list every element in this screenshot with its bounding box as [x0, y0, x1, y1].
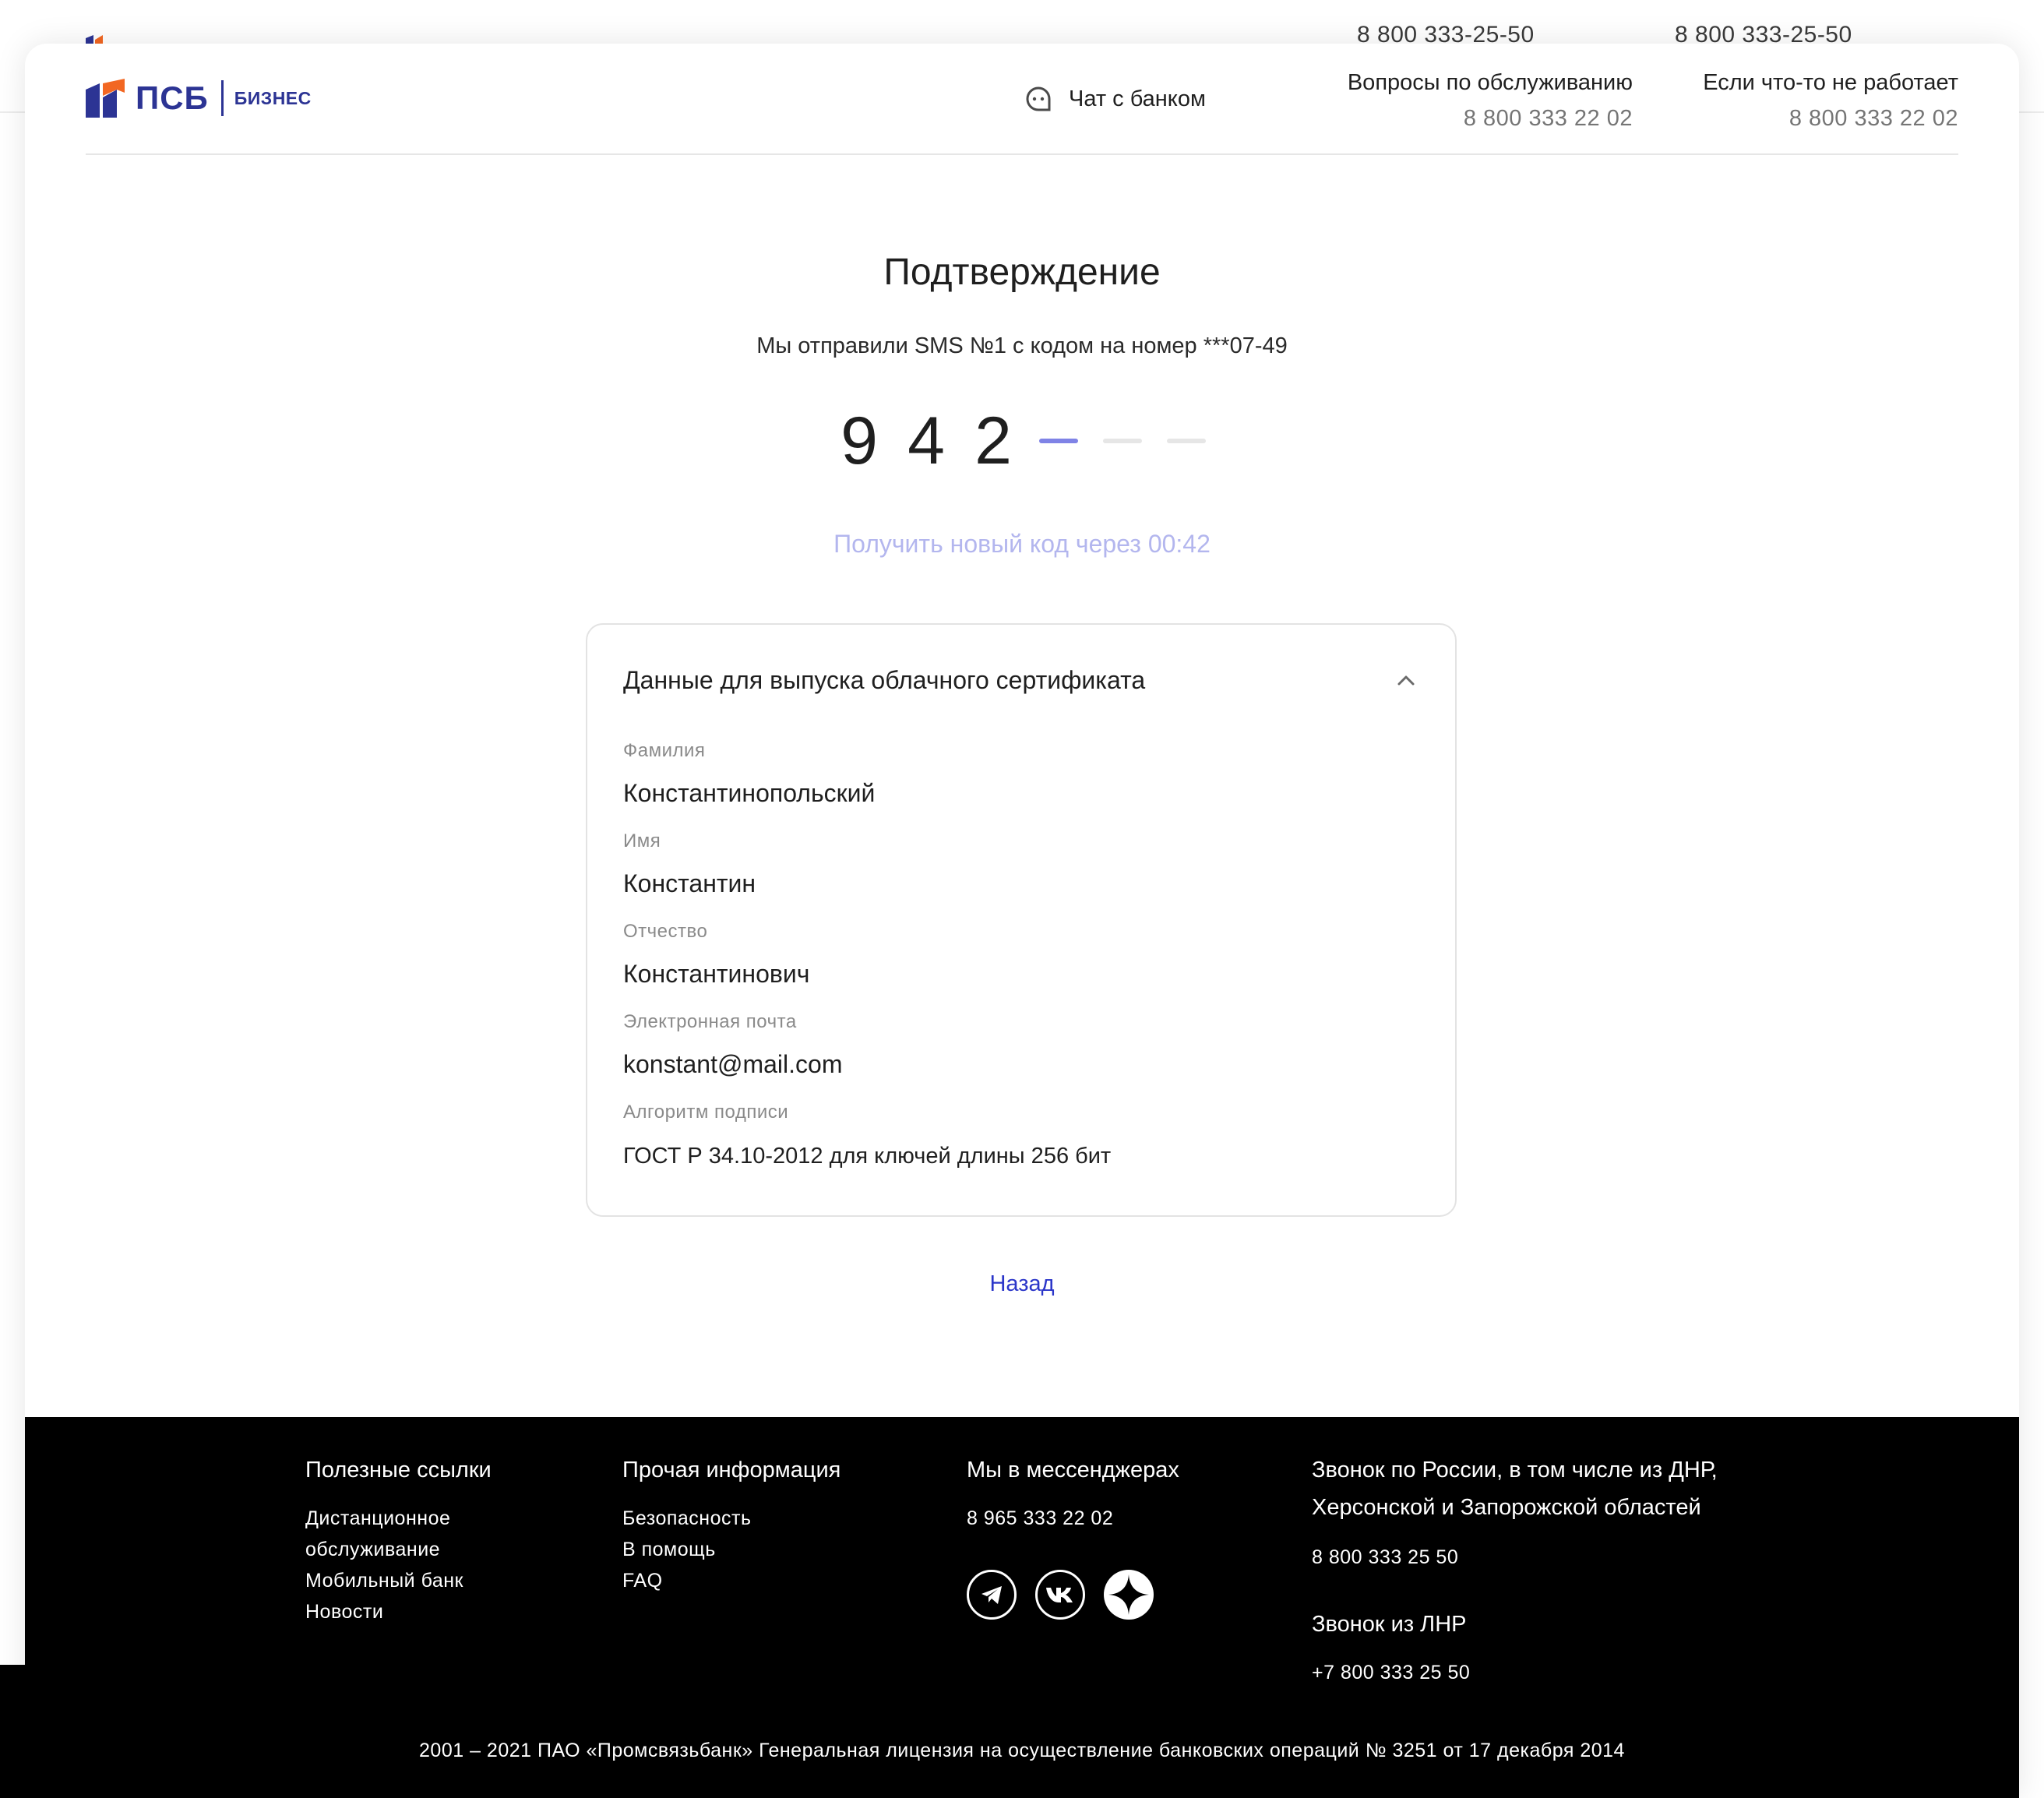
footer-link[interactable]: обслуживание [305, 1534, 492, 1565]
resend-code-timer: Получить новый код через 00:42 [833, 530, 1211, 558]
contact-service: Вопросы по обслуживанию 8 800 333 22 02 [1348, 65, 1633, 136]
footer-russia-phone[interactable]: 8 800 333 25 50 [1312, 1542, 1718, 1573]
code-slot-empty[interactable] [1167, 439, 1206, 443]
star-icon[interactable] [1104, 1570, 1154, 1620]
logo-divider [220, 80, 224, 116]
field-value: Константин [623, 869, 756, 897]
field-value: ГОСТ Р 34.10-2012 для ключей длины 256 б… [623, 1144, 1112, 1169]
page-header: ПСБ БИЗНЕС Чат с банком Вопросы по обслу… [86, 44, 1958, 155]
contact-title: Если что-то не работает [1703, 70, 1958, 95]
footer-copyright: 2001 – 2021 ПАО «Промсвязьбанк» Генераль… [419, 1740, 1625, 1761]
chevron-up-icon[interactable] [1393, 667, 1419, 693]
footer-link[interactable]: Дистанционное [305, 1503, 492, 1534]
certificate-panel-title: Данные для выпуска облачного сертификата [623, 665, 1146, 694]
field-signature-algorithm: Алгоритм подписи ГОСТ Р 34.10-2012 для к… [623, 1102, 1111, 1169]
certificate-data-panel: Данные для выпуска облачного сертификата… [586, 623, 1457, 1217]
telegram-glyph-icon [981, 1586, 1002, 1604]
page-title: Подтверждение [883, 252, 1161, 293]
sms-code-input[interactable]: 9 4 2 [25, 398, 2019, 484]
footer-russia-call: Звонок по России, в том числе из ДНР, Хе… [1312, 1451, 1718, 1688]
footer-messengers: Мы в мессенджерах 8 965 333 22 02 [967, 1451, 1179, 1620]
logo-text: ПСБ [136, 79, 209, 116]
footer-column-title: Мы в мессенджерах [967, 1458, 1179, 1482]
footer-other-info: Прочая информация Безопасность В помощь … [622, 1451, 841, 1596]
code-digit: 9 [841, 404, 878, 478]
page-footer: Полезные ссылки Дистанционное обслуживан… [25, 1417, 2019, 1798]
footer-link[interactable]: В помощь [622, 1534, 841, 1565]
footer-lnr-title: Звонок из ЛНР [1312, 1612, 1467, 1637]
footer-messenger-phone[interactable]: 8 965 333 22 02 [967, 1503, 1179, 1534]
field-first-name: Имя Константин [623, 830, 756, 898]
field-label: Имя [623, 830, 661, 851]
footer-column-title: Полезные ссылки [305, 1458, 492, 1482]
contact-support: Если что-то не работает 8 800 333 22 02 [1703, 65, 1958, 136]
footer-link[interactable]: Безопасность [622, 1503, 841, 1534]
social-icons [967, 1570, 1179, 1620]
field-value: Константинопольский [623, 779, 876, 807]
telegram-icon[interactable] [967, 1570, 1017, 1620]
field-label: Алгоритм подписи [623, 1102, 789, 1123]
contact-phone[interactable]: 8 800 333 22 02 [1348, 100, 1633, 136]
star-glyph-icon [1105, 1571, 1153, 1619]
footer-link[interactable]: Мобильный банк [305, 1565, 492, 1596]
footer-link[interactable]: FAQ [622, 1565, 841, 1596]
footer-column-title: Звонок по России, в том числе из ДНР, [1312, 1458, 1718, 1482]
code-digit: 4 [907, 404, 945, 478]
footer-link[interactable]: Новости [305, 1596, 492, 1627]
psb-business-logo[interactable]: ПСБ БИЗНЕС [86, 76, 312, 120]
code-slot-active[interactable] [1039, 439, 1078, 443]
contact-title: Вопросы по обслуживанию [1347, 70, 1633, 95]
vk-icon[interactable] [1035, 1570, 1085, 1620]
sms-sent-message: Мы отправили SMS №1 с кодом на номер ***… [756, 333, 1288, 358]
field-email: Электронная почта konstant@mail.com [623, 1011, 842, 1079]
footer-column-title: Прочая информация [622, 1458, 841, 1482]
footer-useful-links: Полезные ссылки Дистанционное обслуживан… [305, 1451, 492, 1627]
field-value: konstant@mail.com [623, 1050, 843, 1078]
field-patronymic: Отчество Константинович [623, 921, 809, 989]
field-label: Электронная почта [623, 1011, 797, 1032]
psb-logo-icon [86, 79, 125, 118]
field-value: Константинович [623, 960, 810, 988]
code-slot-empty[interactable] [1103, 439, 1142, 443]
back-link[interactable]: Назад [25, 1271, 2019, 1297]
field-label: Фамилия [623, 740, 706, 761]
code-digit: 2 [974, 404, 1012, 478]
vk-glyph-icon [1046, 1588, 1073, 1602]
field-last-name: Фамилия Константинопольский [623, 740, 875, 808]
contact-phone[interactable]: 8 800 333 22 02 [1703, 100, 1958, 136]
footer-lnr-phone[interactable]: +7 800 333 25 50 [1312, 1657, 1718, 1688]
chat-label: Чат с банком [1069, 86, 1206, 111]
logo-subtitle: БИЗНЕС [234, 87, 312, 108]
chat-with-bank-button[interactable]: Чат с банком [1025, 86, 1206, 112]
chat-bubble-icon [1026, 86, 1051, 111]
field-label: Отчество [623, 921, 708, 942]
footer-column-title: Херсонской и Запорожской областей [1312, 1495, 1701, 1520]
certificate-panel-header[interactable]: Данные для выпуска облачного сертификата [623, 661, 1419, 700]
